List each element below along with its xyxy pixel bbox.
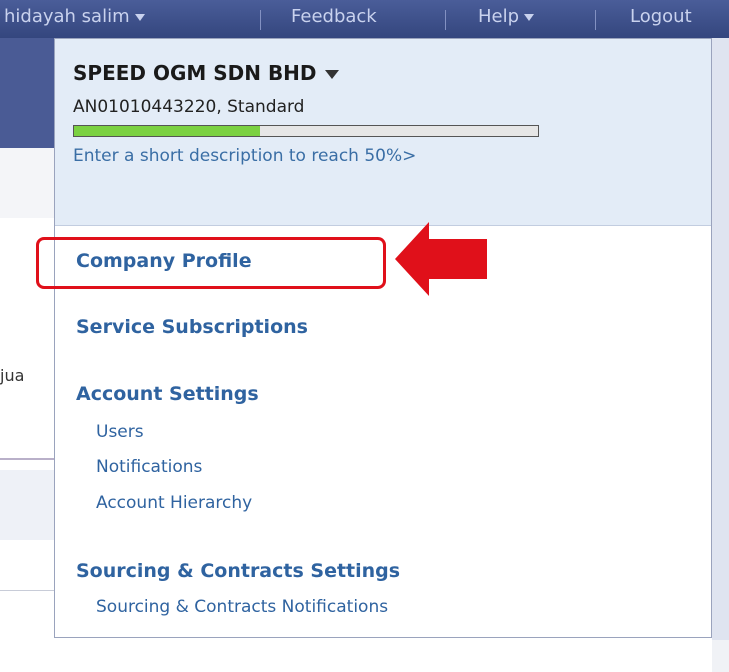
notifications-link[interactable]: Notifications bbox=[96, 457, 202, 477]
profile-completion-link[interactable]: Enter a short description to reach 50%> bbox=[73, 145, 513, 168]
logout-link[interactable]: Logout bbox=[630, 6, 692, 27]
account-dropdown-menu: SPEED OGM SDN BHD AN01010443220, Standar… bbox=[54, 38, 712, 638]
background-right-strip bbox=[712, 38, 729, 672]
feedback-link[interactable]: Feedback bbox=[291, 6, 377, 27]
red-arrow-icon bbox=[395, 222, 487, 296]
divider bbox=[445, 10, 446, 30]
background-row bbox=[0, 148, 60, 219]
user-menu[interactable]: hidayah salim bbox=[4, 6, 145, 27]
users-link[interactable]: Users bbox=[96, 422, 144, 442]
help-menu[interactable]: Help bbox=[478, 6, 535, 27]
sourcing-settings-heading[interactable]: Sourcing & Contracts Settings bbox=[76, 560, 400, 582]
progress-fill bbox=[74, 126, 260, 136]
company-header: SPEED OGM SDN BHD AN01010443220, Standar… bbox=[55, 39, 711, 226]
background-banner bbox=[0, 38, 60, 148]
service-subscriptions-link[interactable]: Service Subscriptions bbox=[76, 316, 308, 338]
top-nav-bar: hidayah salim Feedback Help Logout bbox=[0, 0, 729, 38]
user-name: hidayah salim bbox=[4, 6, 130, 27]
caret-down-icon bbox=[324, 70, 339, 79]
background-right-strip bbox=[712, 640, 729, 672]
chevron-down-icon bbox=[134, 13, 145, 21]
account-settings-heading[interactable]: Account Settings bbox=[76, 383, 259, 405]
background-text-fragment: jua bbox=[0, 366, 25, 385]
background-row bbox=[0, 470, 60, 541]
background-row bbox=[0, 540, 60, 591]
highlight-box bbox=[36, 237, 386, 289]
help-label: Help bbox=[478, 6, 520, 27]
chevron-down-icon bbox=[524, 13, 535, 21]
divider bbox=[260, 10, 261, 30]
account-hierarchy-link[interactable]: Account Hierarchy bbox=[96, 493, 252, 513]
company-switcher[interactable]: SPEED OGM SDN BHD bbox=[73, 61, 339, 85]
account-id: AN01010443220, Standard bbox=[73, 97, 305, 117]
divider bbox=[595, 10, 596, 30]
profile-progress-bar bbox=[73, 125, 539, 137]
company-name: SPEED OGM SDN BHD bbox=[73, 61, 317, 85]
sourcing-notifications-link[interactable]: Sourcing & Contracts Notifications bbox=[96, 597, 388, 617]
